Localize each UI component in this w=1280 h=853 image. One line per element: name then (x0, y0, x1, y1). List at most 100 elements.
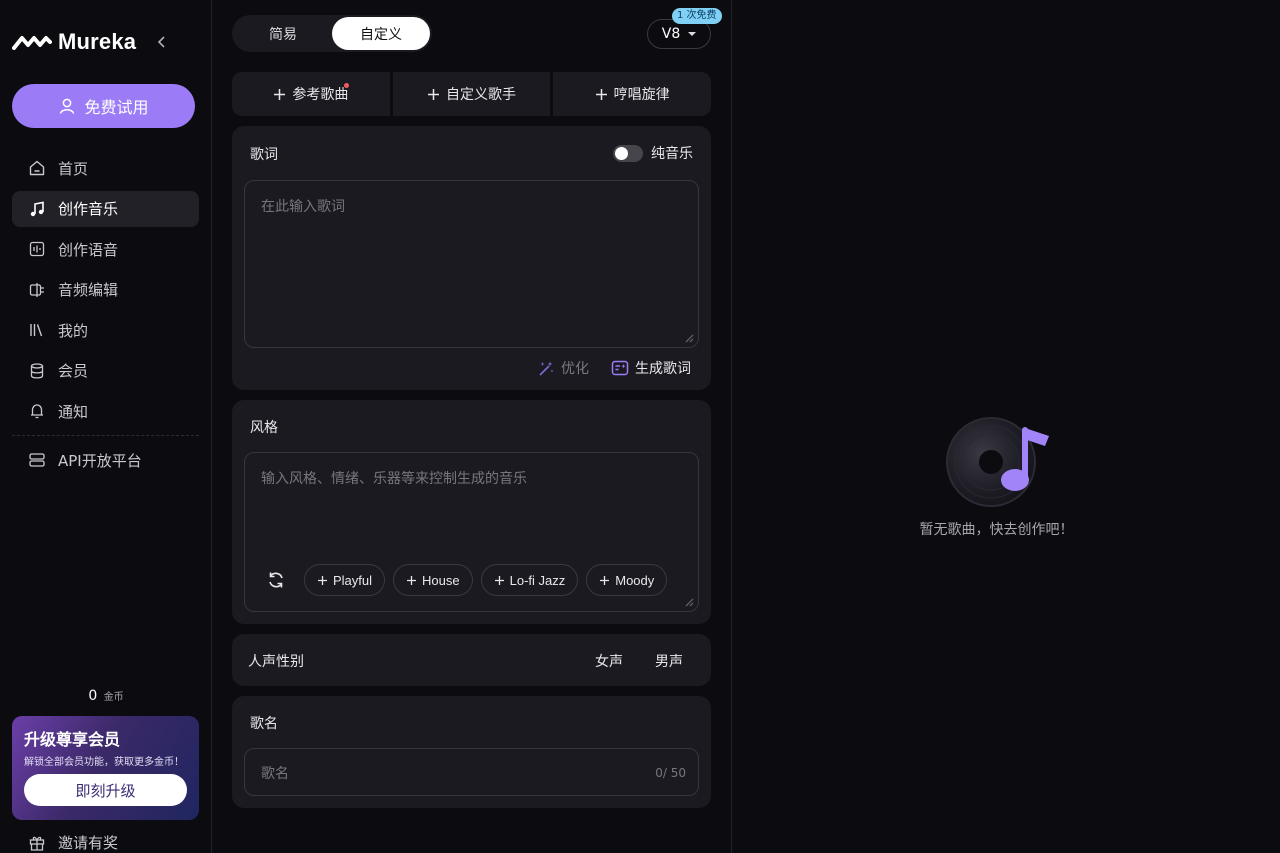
add-button-label: 哼唱旋律 (613, 87, 670, 103)
style-tag-label: Playful (333, 572, 373, 588)
mode-toggle: 简易 自定义 (232, 15, 432, 52)
add-reference-song-button[interactable]: 参考歌曲 (232, 72, 390, 116)
style-tag-moody[interactable]: Moody (586, 564, 668, 596)
sidebar-item-label: 通知 (58, 402, 89, 421)
song-title-input[interactable]: 歌名 0/ 50 (244, 748, 699, 796)
new-indicator-dot (344, 83, 349, 88)
app-name: Mureka (58, 29, 137, 54)
coin-balance: 0 金币 (0, 688, 212, 704)
instrumental-switch[interactable] (613, 144, 643, 162)
style-tag-playful[interactable]: Playful (304, 564, 386, 596)
free-trial-label: 免费试用 (84, 100, 149, 117)
instrumental-toggle[interactable]: 纯音乐 (613, 143, 693, 163)
sidebar: Mureka 免费试用 首页 创作音乐 创作语音 音频编辑 我的 会员 通知 A… (0, 0, 212, 853)
generate-lyrics-label: 生成歌词 (635, 361, 691, 377)
sidebar-item-membership[interactable]: 会员 (12, 353, 199, 389)
create-form: 简易 自定义 V8 1 次免费 参考歌曲 自定义歌手 哼唱旋律 歌词 纯音乐 在… (212, 0, 732, 853)
resize-handle-icon[interactable] (684, 597, 694, 607)
style-tag-house[interactable]: House (393, 564, 473, 596)
style-tag-label: Lo-fi Jazz (509, 572, 566, 588)
add-custom-singer-button[interactable]: 自定义歌手 (392, 72, 551, 116)
voice-icon (28, 240, 46, 258)
lyrics-generate-icon (611, 360, 629, 376)
lyrics-panel: 歌词 纯音乐 在此输入歌词 优化 生成歌词 (232, 126, 711, 390)
style-panel: 风格 输入风格、情绪、乐器等来控制生成的音乐 Playful House Lo-… (232, 400, 711, 624)
user-icon (60, 98, 75, 114)
caret-down-icon (688, 32, 697, 36)
optimize-button[interactable]: 优化 (538, 358, 589, 378)
plus-icon (494, 575, 504, 585)
style-tag-label: House (422, 572, 460, 588)
add-button-label: 参考歌曲 (292, 87, 349, 103)
sidebar-item-api-platform[interactable]: API开放平台 (12, 442, 199, 478)
lyrics-placeholder: 在此输入歌词 (261, 199, 345, 215)
home-icon (28, 159, 46, 177)
song-title-label: 歌名 (250, 716, 278, 732)
generate-lyrics-button[interactable]: 生成歌词 (611, 358, 691, 378)
database-icon (28, 362, 46, 380)
sidebar-item-create-music[interactable]: 创作音乐 (12, 190, 199, 227)
sidebar-item-label: 会员 (58, 362, 89, 380)
lyrics-input[interactable]: 在此输入歌词 (244, 180, 699, 348)
plus-icon (274, 88, 286, 100)
magic-wand-icon (539, 361, 554, 376)
sidebar-item-mine[interactable]: 我的 (12, 312, 199, 348)
optimize-label: 优化 (561, 361, 589, 377)
bell-icon (28, 402, 46, 420)
add-hum-melody-button[interactable]: 哼唱旋律 (553, 72, 712, 116)
free-trial-button[interactable]: 免费试用 (12, 84, 195, 128)
gift-icon (29, 836, 45, 851)
sidebar-item-home[interactable]: 首页 (12, 150, 199, 186)
sidebar-item-audio-edit[interactable]: 音频编辑 (12, 272, 199, 308)
empty-state-text: 暂无歌曲，快去创作吧！ (919, 522, 1074, 538)
sidebar-item-label: 首页 (58, 159, 89, 178)
title-char-counter: 0/ 50 (655, 766, 686, 780)
add-button-label: 自定义歌手 (446, 87, 516, 103)
style-tag-lofi-jazz[interactable]: Lo-fi Jazz (480, 564, 579, 596)
upgrade-now-button[interactable]: 即刻升级 (24, 774, 187, 806)
sidebar-item-label: 音频编辑 (58, 281, 119, 299)
refresh-tags-button[interactable] (260, 564, 292, 596)
song-list-area: 暂无歌曲，快去创作吧！ (733, 0, 1280, 853)
music-disc-icon (946, 417, 1049, 507)
upgrade-title: 升级尊享会员 (24, 730, 121, 749)
song-title-placeholder: 歌名 (261, 766, 289, 782)
sidebar-item-create-voice[interactable]: 创作语音 (12, 231, 199, 267)
audio-edit-icon (28, 281, 46, 299)
mode-custom-tab[interactable]: 自定义 (332, 17, 430, 50)
plus-icon (428, 88, 439, 100)
upgrade-subtitle: 解锁全部会员功能，获取更多金币！ (24, 757, 184, 768)
instrumental-label: 纯音乐 (651, 146, 693, 162)
sidebar-item-label: API开放平台 (58, 451, 142, 470)
plus-icon (407, 575, 417, 585)
add-options: 参考歌曲 自定义歌手 哼唱旋律 (232, 72, 712, 116)
free-badge: 1 次免费 (672, 8, 722, 24)
style-placeholder: 输入风格、情绪、乐器等来控制生成的音乐 (261, 471, 527, 487)
plus-icon (318, 575, 327, 585)
mureka-logo-icon (12, 36, 52, 50)
invite-rewards-link[interactable]: 邀请有奖 (28, 832, 118, 853)
sidebar-item-label: 创作语音 (58, 240, 119, 259)
female-vocal-option[interactable]: 女声 (595, 651, 623, 671)
refresh-icon (269, 572, 283, 588)
collapse-sidebar-button[interactable] (154, 34, 170, 50)
male-vocal-option[interactable]: 男声 (655, 651, 683, 671)
library-icon (28, 321, 46, 339)
sidebar-item-notifications[interactable]: 通知 (12, 393, 199, 429)
sidebar-item-label: 创作音乐 (58, 200, 119, 218)
logo[interactable]: Mureka (12, 28, 136, 56)
lyrics-label: 歌词 (250, 147, 278, 163)
vocal-gender-panel: 人声性别 女声 男声 (232, 634, 711, 686)
vocal-gender-options: 女声 男声 (595, 651, 683, 671)
upgrade-card: 升级尊享会员 解锁全部会员功能，获取更多金币！ 即刻升级 (12, 716, 199, 820)
coin-unit: 金币 (103, 692, 124, 703)
mode-simple-tab[interactable]: 简易 (234, 17, 332, 50)
style-tag-label: Moody (615, 572, 655, 588)
sidebar-item-label: 我的 (58, 321, 89, 340)
style-label: 风格 (250, 420, 278, 436)
resize-handle-icon[interactable] (684, 333, 694, 343)
invite-label: 邀请有奖 (58, 834, 119, 852)
version-value: V8 (661, 26, 681, 42)
vocal-gender-label: 人声性别 (248, 654, 304, 670)
music-note-icon (28, 200, 46, 218)
